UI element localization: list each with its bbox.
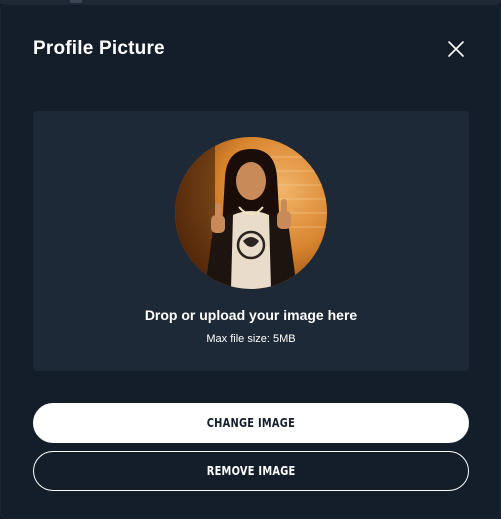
close-button[interactable] bbox=[445, 38, 467, 60]
profile-photo bbox=[175, 137, 327, 289]
avatar bbox=[175, 137, 327, 289]
change-image-button[interactable]: CHANGE IMAGE bbox=[33, 403, 469, 443]
modal-title: Profile Picture bbox=[33, 38, 165, 59]
image-dropzone[interactable]: Drop or upload your image here Max file … bbox=[33, 111, 469, 371]
dropzone-subtitle: Max file size: 5MB bbox=[206, 333, 296, 345]
profile-picture-modal: Profile Picture Drop or upload your imag… bbox=[0, 4, 501, 519]
change-image-label: CHANGE IMAGE bbox=[206, 416, 296, 430]
remove-image-button[interactable]: REMOVE IMAGE bbox=[33, 451, 469, 491]
background-page-element bbox=[70, 0, 82, 3]
close-icon bbox=[448, 41, 464, 57]
dropzone-title: Drop or upload your image here bbox=[144, 307, 358, 323]
remove-image-label: REMOVE IMAGE bbox=[206, 464, 296, 478]
